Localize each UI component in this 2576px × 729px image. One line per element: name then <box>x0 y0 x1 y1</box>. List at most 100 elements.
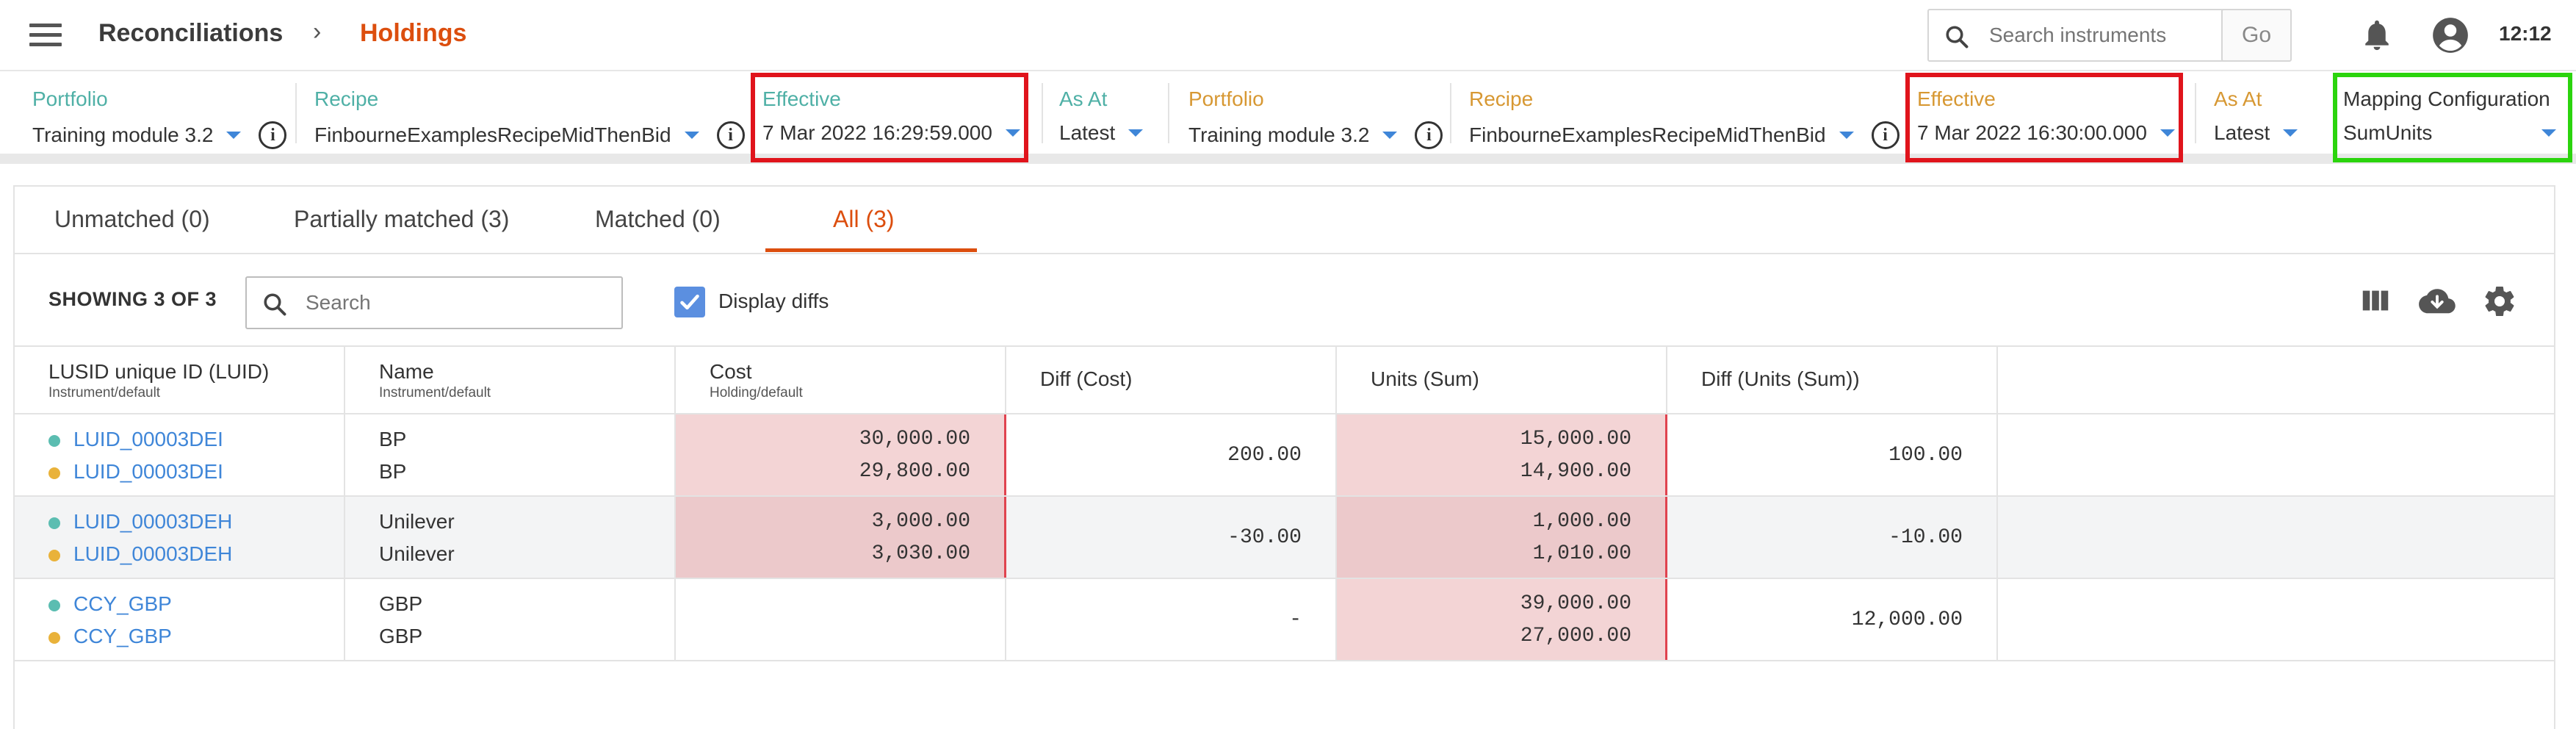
instrument-search-input[interactable] <box>1989 24 2209 47</box>
divider <box>1168 83 1169 143</box>
diff-units-value: -10.00 <box>1888 526 1963 549</box>
cell-units: 1,000.00 1,010.00 <box>1337 497 1667 578</box>
search-icon <box>1946 26 1969 49</box>
left-source-dot <box>48 435 60 447</box>
column-title: Cost <box>710 360 752 383</box>
right-effective-highlight <box>1905 73 2183 162</box>
result-count: SHOWING 3 OF 3 <box>48 288 217 310</box>
divider <box>1042 83 1043 143</box>
tab-bar: Unmatched (0) Partially matched (3) Matc… <box>15 187 2554 254</box>
column-subtitle: Instrument/default <box>48 385 161 401</box>
info-icon[interactable]: i <box>259 121 287 149</box>
luid-link[interactable]: CCY_GBP <box>73 625 172 648</box>
tab-partially-matched[interactable]: Partially matched (3) <box>294 206 509 233</box>
cell-diff-units: 12,000.00 <box>1667 579 1998 660</box>
cell-cost <box>676 579 1006 660</box>
instrument-search[interactable] <box>1927 9 2227 62</box>
table-search-input[interactable] <box>306 291 599 315</box>
left-asat-value: Latest <box>1059 121 1116 144</box>
units-value: 27,000.00 <box>1520 625 1631 647</box>
table-row[interactable]: CCY_GBP CCY_GBP GBP GBP - 39,000.00 27,0… <box>15 579 2554 661</box>
search-icon <box>264 293 286 316</box>
left-source-dot <box>48 600 60 611</box>
units-value: 15,000.00 <box>1520 428 1631 450</box>
reconciliation-config: Portfolio Training module 3.2 i Recipe Fi… <box>0 73 2576 164</box>
dropdown-caret-icon[interactable] <box>1382 132 1398 139</box>
column-header-cost[interactable]: Cost Holding/default <box>676 347 1006 414</box>
luid-link[interactable]: CCY_GBP <box>73 592 172 616</box>
settings-icon[interactable] <box>2482 284 2517 319</box>
info-icon[interactable]: i <box>716 121 745 149</box>
units-value: 1,010.00 <box>1532 542 1631 565</box>
dropdown-caret-icon[interactable] <box>226 132 242 139</box>
chevron-right-icon: › <box>313 18 322 46</box>
luid-link[interactable]: LUID_00003DEH <box>73 542 232 566</box>
active-tab-indicator <box>765 248 977 252</box>
right-source-dot <box>48 467 60 479</box>
left-portfolio-value: Training module 3.2 <box>32 123 214 146</box>
units-value: 1,000.00 <box>1532 510 1631 533</box>
dropdown-caret-icon[interactable] <box>1128 129 1144 137</box>
column-title: Diff (Units (Sum)) <box>1701 367 1860 390</box>
column-header-name[interactable]: Name Instrument/default <box>345 347 676 414</box>
column-header-diff-cost[interactable]: Diff (Cost) <box>1006 347 1337 414</box>
dropdown-caret-icon[interactable] <box>1839 132 1854 139</box>
bell-icon[interactable] <box>2361 18 2393 53</box>
account-icon[interactable] <box>2431 16 2469 54</box>
right-asat-value: Latest <box>2214 121 2270 144</box>
luid-link[interactable]: LUID_00003DEI <box>73 460 223 484</box>
divider <box>295 83 297 143</box>
cell-diff-cost: - <box>1006 579 1337 660</box>
left-recipe-label: Recipe <box>314 87 379 110</box>
display-diffs-checkbox[interactable] <box>674 287 705 317</box>
cell-name: Unilever Unilever <box>345 497 676 578</box>
dropdown-caret-icon[interactable] <box>684 132 699 139</box>
tab-matched[interactable]: Matched (0) <box>595 206 721 233</box>
units-value: 14,900.00 <box>1520 460 1631 483</box>
left-recipe-value: FinbourneExamplesRecipeMidThenBid <box>314 123 671 146</box>
right-source-dot <box>48 632 60 644</box>
info-icon[interactable]: i <box>1871 121 1899 149</box>
right-recipe-label: Recipe <box>1469 87 1534 110</box>
table-row[interactable]: LUID_00003DEI LUID_00003DEI BP BP 30,000… <box>15 414 2554 497</box>
left-asat-label: As At <box>1059 87 1108 110</box>
display-diffs-label[interactable]: Display diffs <box>718 290 829 313</box>
table-row[interactable]: LUID_00003DEH LUID_00003DEH Unilever Uni… <box>15 497 2554 579</box>
name-value: Unilever <box>379 542 455 565</box>
left-source-dot <box>48 517 60 529</box>
table-header: LUSID unique ID (LUID) Instrument/defaul… <box>15 347 2554 414</box>
tab-unmatched[interactable]: Unmatched (0) <box>54 206 210 233</box>
name-value: Unilever <box>379 510 455 533</box>
column-title: Units (Sum) <box>1371 367 1479 390</box>
info-icon[interactable]: i <box>1415 121 1443 149</box>
name-value: GBP <box>379 592 423 615</box>
checkmark-icon <box>680 294 699 310</box>
right-recipe-value: FinbourneExamplesRecipeMidThenBid <box>1469 123 1826 146</box>
clock: 12:12 <box>2499 22 2552 45</box>
go-button[interactable]: Go <box>2221 9 2292 62</box>
units-value: 39,000.00 <box>1520 592 1631 615</box>
tab-all[interactable]: All (3) <box>833 206 895 233</box>
name-value: BP <box>379 460 407 483</box>
table-search[interactable] <box>245 276 623 329</box>
cost-value: 3,000.00 <box>871 510 970 533</box>
diff-units-value: 12,000.00 <box>1851 608 1963 631</box>
luid-link[interactable]: LUID_00003DEI <box>73 428 223 451</box>
cell-name: BP BP <box>345 414 676 495</box>
column-header-units[interactable]: Units (Sum) <box>1337 347 1667 414</box>
right-source-dot <box>48 550 60 561</box>
diff-cost-value: 200.00 <box>1227 444 1302 467</box>
luid-link[interactable]: LUID_00003DEH <box>73 510 232 534</box>
diff-cost-value: - <box>1289 608 1302 631</box>
columns-icon[interactable] <box>2359 284 2392 317</box>
column-header-diff-units[interactable]: Diff (Units (Sum)) <box>1667 347 1998 414</box>
column-header-luid[interactable]: LUSID unique ID (LUID) Instrument/defaul… <box>15 347 345 414</box>
breadcrumb-root[interactable]: Reconciliations <box>98 19 283 48</box>
menu-icon[interactable] <box>29 24 62 47</box>
dropdown-caret-icon[interactable] <box>2283 129 2298 137</box>
right-portfolio-label: Portfolio <box>1188 87 1264 110</box>
cell-luid: LUID_00003DEI LUID_00003DEI <box>15 414 345 495</box>
cost-value: 30,000.00 <box>859 428 970 450</box>
column-subtitle: Instrument/default <box>379 385 491 401</box>
cloud-download-icon[interactable] <box>2417 284 2457 317</box>
